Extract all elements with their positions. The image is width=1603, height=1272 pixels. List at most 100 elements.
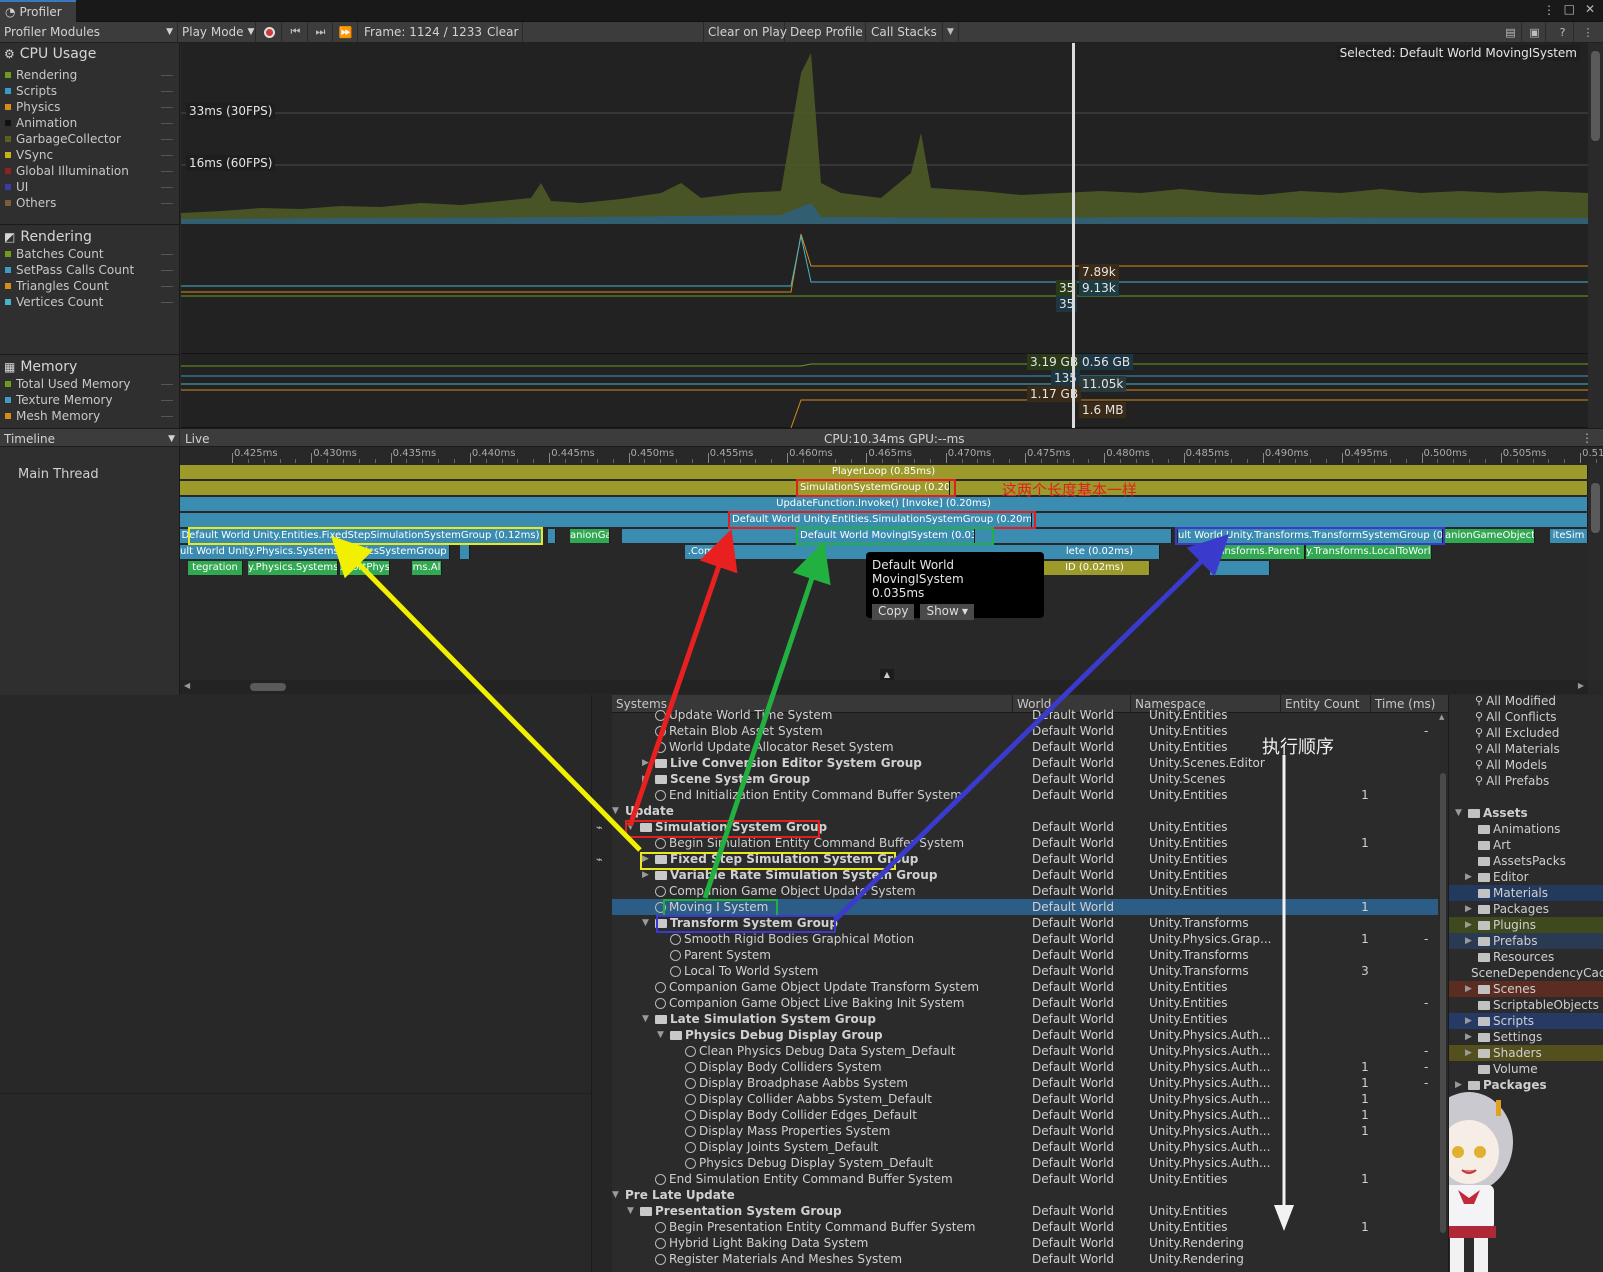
system-row[interactable]: ▶ Fixed Step Simulation System Group Defau…: [612, 851, 1442, 867]
expand-icon[interactable]: ▶: [1465, 1045, 1475, 1061]
rendering-module-title[interactable]: ◩ Rendering: [4, 229, 92, 245]
drag-handle-icon[interactable]: [161, 171, 173, 172]
systems-scroll-thumb[interactable]: [1440, 773, 1446, 1233]
drag-handle-icon[interactable]: [161, 270, 173, 271]
system-row[interactable]: Display Joints System_Default Default Wor…: [612, 1139, 1442, 1155]
legend-item[interactable]: Scripts: [5, 83, 57, 99]
legend-item[interactable]: Others: [5, 195, 56, 211]
bar-fixed-step-group[interactable]: Default World Unity.Entities.FixedStepSi…: [180, 529, 542, 543]
bar-transforms-ltw[interactable]: y.Transforms.LocalToWorld: [1306, 545, 1432, 559]
first-frame-button[interactable]: ⏮: [284, 22, 308, 42]
legend-item[interactable]: Animation: [5, 115, 77, 131]
legend-item[interactable]: Mesh Memory: [5, 408, 100, 424]
expand-icon[interactable]: ▶: [642, 851, 652, 867]
tooltip-copy-button[interactable]: Copy: [872, 604, 915, 620]
drag-handle-icon[interactable]: [161, 302, 173, 303]
expand-icon[interactable]: ▶: [1465, 901, 1475, 917]
system-row[interactable]: Clean Physics Debug Data System_Default D…: [612, 1043, 1442, 1059]
legend-item[interactable]: Rendering: [5, 67, 77, 83]
frame-cursor[interactable]: [1072, 43, 1075, 428]
drag-handle-icon[interactable]: [161, 203, 173, 204]
rendering-chart[interactable]: 7.89k 35 9.13k 35: [181, 224, 1588, 354]
expand-icon[interactable]: ▶: [1465, 981, 1475, 997]
expand-icon[interactable]: ▶: [642, 755, 652, 771]
bar-companion-a[interactable]: anionGa: [570, 529, 610, 543]
deep-profile-button[interactable]: Deep Profile: [786, 22, 866, 42]
memory-module-title[interactable]: ▦ Memory: [4, 359, 77, 375]
close-icon[interactable]: ✕: [1585, 2, 1595, 16]
expand-icon[interactable]: ▶: [642, 771, 652, 787]
collapse-icon[interactable]: ▼: [627, 1203, 637, 1219]
asset-folder-item[interactable]: SceneDependencyCache: [1449, 965, 1603, 981]
system-row[interactable]: ▼ Physics Debug Display Group Default Worl…: [612, 1027, 1442, 1043]
bar-id[interactable]: ID (0.02ms): [1040, 561, 1150, 575]
bar-small[interactable]: [548, 529, 556, 543]
plug-icon[interactable]: ⌁: [596, 853, 603, 866]
system-row[interactable]: ▶ Variable Rate Simulation System Group De…: [612, 867, 1442, 883]
legend-item[interactable]: UI: [5, 179, 28, 195]
legend-item[interactable]: Triangles Count: [5, 278, 109, 294]
collapse-icon[interactable]: ▼: [657, 1027, 667, 1043]
timeline-hscrollbar[interactable]: ◀ ▶: [180, 680, 1588, 694]
asset-folder-item[interactable]: ▶ Scenes: [1449, 981, 1603, 997]
system-row[interactable]: Local To World System Default World Unity.…: [612, 963, 1442, 979]
system-row[interactable]: End Initialization Entity Command Buffer…: [612, 787, 1442, 803]
timeline-view[interactable]: 0.425ms 0.430ms 0.435ms 0.440ms 0.445ms 0.450…: [180, 447, 1603, 695]
asset-folder-item[interactable]: ▶ Prefabs: [1449, 933, 1603, 949]
saved-search-item[interactable]: ⚲ All Materials: [1475, 741, 1603, 757]
profiler-modules-dropdown[interactable]: Profiler Modules ▼: [0, 22, 178, 42]
call-stacks-button[interactable]: Call Stacks: [867, 22, 943, 42]
system-row[interactable]: Hybrid Light Baking Data System Default W…: [612, 1235, 1442, 1251]
collapse-icon[interactable]: ▼: [612, 803, 622, 819]
system-row[interactable]: End Simulation Entity Command Buffer Sys…: [612, 1171, 1442, 1187]
system-row[interactable]: Physics Debug Display System_Default Defa…: [612, 1155, 1442, 1171]
system-row[interactable]: ▼ Pre Late Update: [612, 1187, 1442, 1203]
saved-search-item[interactable]: ⚲ All Excluded: [1475, 725, 1603, 741]
memory-chart[interactable]: 3.19 GB 0.56 GB 135 11.05k 1.17 GB 1.6 M…: [181, 354, 1588, 428]
asset-folder-item[interactable]: ▶ Shaders: [1449, 1045, 1603, 1061]
system-row[interactable]: Companion Game Object Update System Defau…: [612, 883, 1442, 899]
asset-folder-item[interactable]: Animations: [1449, 821, 1603, 837]
expand-icon[interactable]: ▶: [1465, 869, 1475, 885]
saved-search-item[interactable]: ⚲ All Conflicts: [1475, 709, 1603, 725]
system-row[interactable]: ▼ Update: [612, 803, 1442, 819]
drag-handle-icon[interactable]: [161, 123, 173, 124]
view-dropdown[interactable]: Timeline ▼: [0, 429, 180, 449]
collapse-icon[interactable]: ▼: [627, 819, 637, 835]
clear-on-play-button[interactable]: Clear on Play: [703, 22, 787, 42]
bar-small[interactable]: [1210, 561, 1270, 575]
expand-icon[interactable]: ▶: [1465, 1013, 1475, 1029]
plug-icon[interactable]: ⌁: [596, 821, 603, 834]
asset-folder-item[interactable]: Materials: [1449, 885, 1603, 901]
call-stacks-dropdown[interactable]: ▼: [943, 22, 959, 42]
legend-item[interactable]: Vertices Count: [5, 294, 103, 310]
bar-msal[interactable]: ms.Al: [412, 561, 442, 575]
legend-item[interactable]: Physics: [5, 99, 60, 115]
system-row[interactable]: Companion Game Object Update Transform S…: [612, 979, 1442, 995]
asset-folder-item[interactable]: AssetsPacks: [1449, 853, 1603, 869]
system-row[interactable]: Moving I System Default World 1: [612, 899, 1442, 915]
clear-button[interactable]: Clear: [483, 22, 523, 42]
drag-handle-icon[interactable]: [161, 91, 173, 92]
system-row[interactable]: ▼ Presentation System Group Default World U…: [612, 1203, 1442, 1219]
drag-handle-icon[interactable]: [161, 416, 173, 417]
more-icon[interactable]: ⋮: [1543, 3, 1555, 17]
system-row[interactable]: Display Mass Properties System Default Wo…: [612, 1123, 1442, 1139]
bar-transform-group[interactable]: ult World Unity.Transforms.TransformSyst…: [1178, 529, 1443, 543]
legend-item[interactable]: GarbageCollector: [5, 131, 121, 147]
collapse-icon[interactable]: ▼: [642, 915, 652, 931]
assets-root[interactable]: ▼ Assets: [1455, 805, 1603, 821]
cpu-module-title[interactable]: ⚙ CPU Usage: [4, 46, 96, 62]
bar-playerloop[interactable]: PlayerLoop (0.85ms): [180, 465, 1588, 479]
legend-item[interactable]: Texture Memory: [5, 392, 113, 408]
scroll-up-icon[interactable]: ▲: [1439, 713, 1444, 721]
bar-companion-short[interactable]: .Compa: [685, 545, 730, 559]
bar-companion-b[interactable]: anionGameObject: [1445, 529, 1535, 543]
system-row[interactable]: ▼ Transform System Group Default World Unit…: [612, 915, 1442, 931]
expand-icon[interactable]: ▶: [1465, 933, 1475, 949]
profiler-tab[interactable]: ◔ Profiler: [0, 0, 76, 22]
legend-item[interactable]: Global Illumination: [5, 163, 129, 179]
bar-physics-export[interactable]: y.Physics.Systems: [248, 561, 338, 575]
play-mode-dropdown[interactable]: Play Mode ▼: [178, 22, 256, 42]
system-row[interactable]: Parent System Default World Unity.Transfor…: [612, 947, 1442, 963]
